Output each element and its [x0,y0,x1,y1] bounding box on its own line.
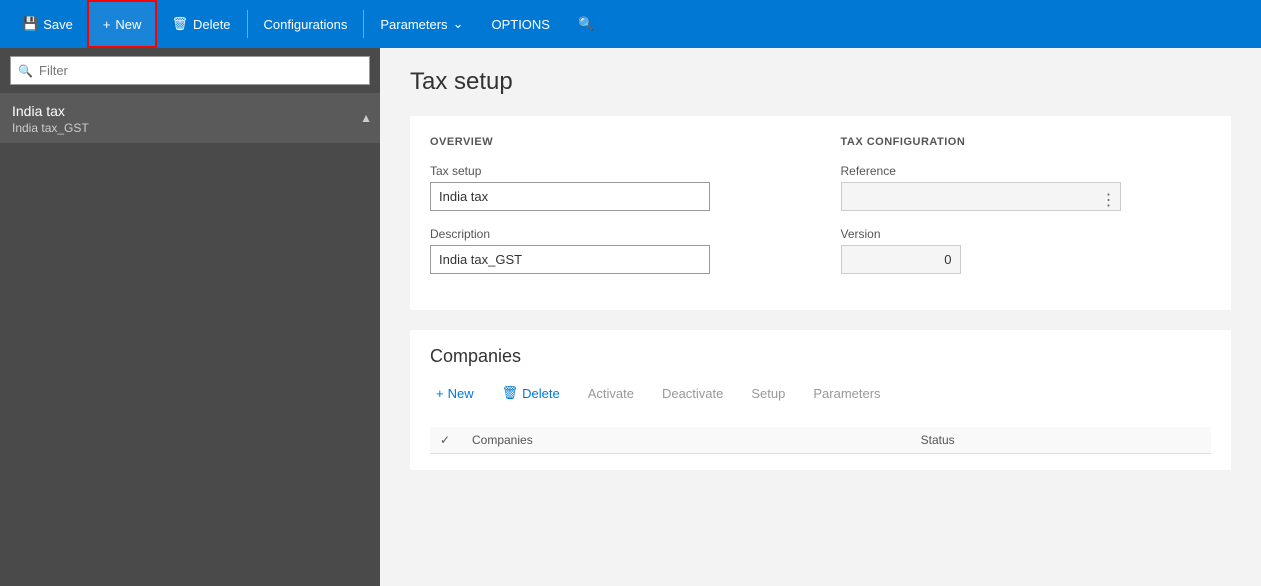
companies-column-header: Companies [462,427,911,454]
delete-button[interactable]: 🗑 Delete [157,0,244,48]
configurations-button[interactable]: Configurations [250,0,362,48]
reference-input[interactable] [841,182,1121,211]
description-group: Description [430,227,801,274]
tax-config-header: TAX CONFIGURATION [841,136,1212,148]
reference-group: Reference ⋮ [841,164,1212,211]
save-icon: 💾 [22,16,38,32]
save-label: Save [43,17,73,32]
toolbar-divider2 [363,10,364,38]
filter-input[interactable] [10,56,370,85]
description-label: Description [430,227,801,241]
options-label: OPTIONS [491,17,550,32]
filter-container: 🔍 [0,48,380,93]
sidebar-item-subtitle: India tax_GST [12,121,368,135]
description-input[interactable] [430,245,710,274]
parameters-button[interactable]: Parameters ⌄ [366,0,477,48]
companies-parameters-label: Parameters [813,386,880,401]
delete-label: Delete [193,17,231,32]
reference-wrapper: ⋮ [841,182,1121,211]
overview-column: OVERVIEW Tax setup Description [430,136,801,290]
sidebar: 🔍 India tax India tax_GST ▲ [0,48,380,586]
companies-title: Companies [430,346,1211,367]
configurations-label: Configurations [264,17,348,32]
companies-setup-button[interactable]: Setup [745,382,791,405]
version-label: Version [841,227,1212,241]
companies-delete-label: Delete [522,386,560,401]
more-options-icon[interactable]: ⋮ [1101,193,1117,209]
content-area: Tax setup OVERVIEW Tax setup Description [380,48,1261,586]
status-column-header: Status [911,427,1211,454]
version-input[interactable] [841,245,961,274]
delete-icon: 🗑 [171,16,188,32]
companies-toolbar: + New 🗑 Delete Activate Deactivate Setup [430,381,1211,415]
page-title: Tax setup [410,68,1231,96]
companies-delete-button[interactable]: 🗑 Delete [496,381,566,405]
companies-section: Companies + New 🗑 Delete Activate Deacti… [410,330,1231,470]
reference-label: Reference [841,164,1212,178]
companies-activate-button[interactable]: Activate [582,382,640,405]
companies-deactivate-label: Deactivate [662,386,723,401]
tax-setup-input[interactable] [430,182,710,211]
search-icon: 🔍 [578,16,594,32]
new-label: New [115,17,141,32]
companies-deactivate-button[interactable]: Deactivate [656,382,729,405]
companies-add-icon: + [436,386,444,401]
companies-delete-icon: 🗑 [502,385,519,401]
filter-search-icon: 🔍 [18,64,33,78]
companies-table: ✓ Companies Status [430,427,1211,454]
toolbar-divider [247,10,248,38]
overview-header: OVERVIEW [430,136,801,148]
check-column-header: ✓ [430,427,462,454]
tax-setup-group: Tax setup [430,164,801,211]
toolbar: 💾 Save + New 🗑 Delete Configurations Par… [0,0,1261,48]
companies-new-button[interactable]: + New [430,382,480,405]
parameters-label: Parameters [380,17,447,32]
tax-config-column: TAX CONFIGURATION Reference ⋮ Version [841,136,1212,290]
add-icon: + [103,17,111,32]
form-columns: OVERVIEW Tax setup Description TAX CONFI… [430,136,1211,290]
table-header-row: ✓ Companies Status [430,427,1211,454]
sidebar-item-india-tax[interactable]: India tax India tax_GST ▲ [0,93,380,143]
new-button[interactable]: + New [87,0,158,48]
filter-wrapper: 🔍 [10,56,370,85]
save-button[interactable]: 💾 Save [8,0,87,48]
chevron-down-icon: ⌄ [453,16,464,32]
scroll-up-icon[interactable]: ▲ [360,111,372,125]
main-layout: 🔍 India tax India tax_GST ▲ Tax setup OV… [0,48,1261,586]
search-toolbar-button[interactable]: 🔍 [564,0,608,48]
companies-setup-label: Setup [751,386,785,401]
sidebar-item-title: India tax [12,103,368,119]
companies-parameters-button[interactable]: Parameters [807,382,886,405]
companies-new-label: New [448,386,474,401]
form-section: OVERVIEW Tax setup Description TAX CONFI… [410,116,1231,310]
version-group: Version [841,227,1212,274]
companies-activate-label: Activate [588,386,634,401]
options-button[interactable]: OPTIONS [477,0,564,48]
tax-setup-label: Tax setup [430,164,801,178]
